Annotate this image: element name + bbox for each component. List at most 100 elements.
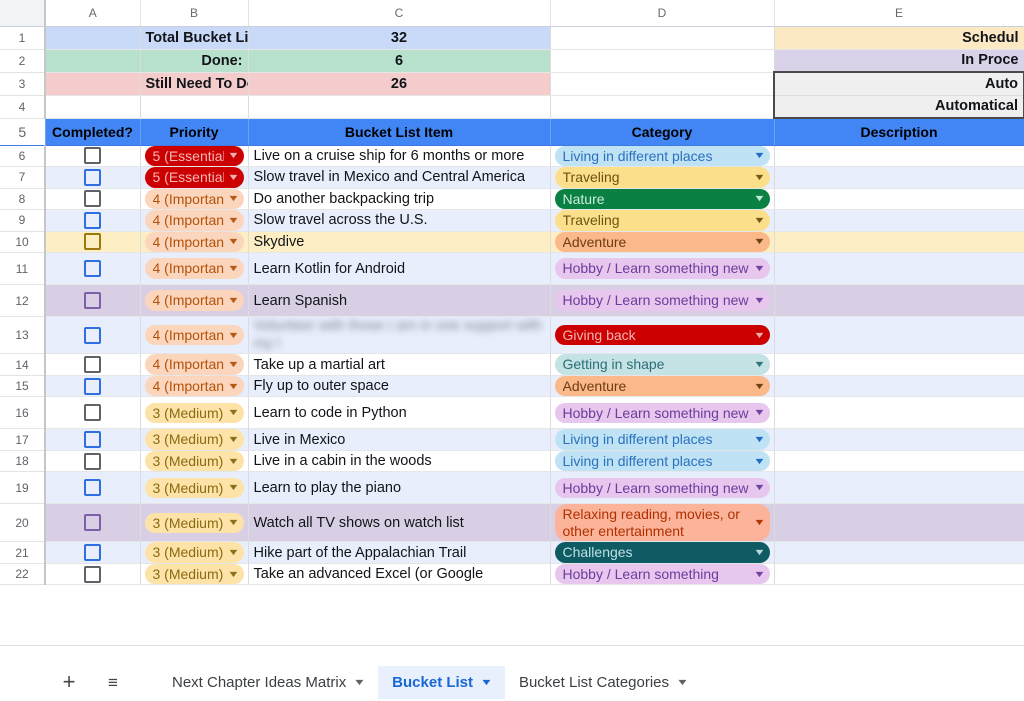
- chevron-down-icon[interactable]: ▼: [753, 215, 766, 225]
- description-cell[interactable]: [774, 284, 1024, 318]
- row-number[interactable]: 14: [0, 353, 46, 376]
- row-number[interactable]: 3: [0, 72, 46, 96]
- column-header-d[interactable]: D: [550, 0, 775, 27]
- priority-cell[interactable]: 5 (Essential) ▼: [140, 166, 249, 189]
- sheet-tab-bucket-list-categories[interactable]: Bucket List Categories ▼: [505, 666, 701, 699]
- completed-checkbox[interactable]: [84, 260, 102, 278]
- chevron-down-icon[interactable]: ▼: [227, 548, 240, 557]
- chevron-down-icon[interactable]: ▼: [753, 456, 766, 466]
- summary-label[interactable]: Still Need To Do:: [140, 72, 249, 96]
- priority-cell[interactable]: 5 (Essential) ▼: [140, 145, 249, 168]
- priority-cell[interactable]: 4 (Important)▼: [140, 284, 249, 318]
- row-number[interactable]: 6: [0, 145, 46, 168]
- completed-cell[interactable]: [45, 541, 141, 564]
- chevron-down-icon[interactable]: ▼: [227, 435, 240, 444]
- row-number[interactable]: 18: [0, 450, 46, 473]
- header-completed[interactable]: Completed?: [45, 118, 141, 146]
- horizontal-scrollbar-track[interactable]: [0, 645, 1024, 662]
- category-cell[interactable]: Relaxing reading, movies, or other enter…: [550, 503, 775, 543]
- chevron-down-icon[interactable]: ▼: [227, 456, 240, 466]
- row-number[interactable]: 20: [0, 503, 46, 543]
- completed-cell[interactable]: [45, 231, 141, 254]
- description-cell[interactable]: [774, 375, 1024, 398]
- summary-label[interactable]: [140, 95, 249, 119]
- row-number[interactable]: 7: [0, 166, 46, 189]
- category-chip[interactable]: Relaxing reading, movies, or other enter…: [554, 504, 770, 541]
- category-cell[interactable]: Traveling ▼: [550, 209, 775, 232]
- chevron-down-icon[interactable]: ▼: [227, 569, 240, 579]
- category-chip[interactable]: Living in different places ▼: [554, 450, 770, 471]
- category-chip[interactable]: Adventure ▼: [554, 231, 770, 252]
- description-cell[interactable]: [774, 231, 1024, 254]
- bucket-list-item-cell[interactable]: Fly up to outer space: [248, 375, 551, 398]
- chevron-down-icon[interactable]: ▼: [753, 435, 766, 444]
- category-cell[interactable]: Adventure ▼: [550, 231, 775, 254]
- completed-cell[interactable]: [45, 316, 141, 355]
- completed-cell[interactable]: [45, 188, 141, 211]
- completed-checkbox[interactable]: [84, 233, 102, 251]
- priority-cell[interactable]: 3 (Medium) ▼: [140, 563, 249, 586]
- chevron-down-icon[interactable]: ▼: [227, 408, 240, 417]
- row-number[interactable]: 15: [0, 375, 46, 398]
- category-chip[interactable]: Living in different places ▼: [554, 145, 770, 166]
- category-cell[interactable]: Hobby / Learn something new ▼: [550, 252, 775, 286]
- header-priority[interactable]: Priority: [140, 118, 249, 146]
- summary-label[interactable]: Done:: [140, 49, 249, 73]
- completed-checkbox[interactable]: [84, 514, 102, 532]
- category-cell[interactable]: Living in different places ▼: [550, 450, 775, 473]
- summary-cell-d[interactable]: [550, 49, 775, 73]
- row-number[interactable]: 10: [0, 231, 46, 254]
- priority-chip[interactable]: 4 (Important)▼: [144, 231, 244, 252]
- category-chip[interactable]: Living in different places ▼: [554, 429, 770, 450]
- completed-checkbox[interactable]: [84, 377, 102, 395]
- bucket-list-item-cell[interactable]: Learn to code in Python: [248, 396, 551, 430]
- priority-chip[interactable]: 4 (Important)▼: [144, 188, 244, 209]
- chevron-down-icon[interactable]: ▼: [227, 194, 240, 203]
- chevron-down-icon[interactable]: ▼: [753, 296, 766, 305]
- priority-cell[interactable]: 4 (Important)▼: [140, 316, 249, 355]
- header-description[interactable]: Description: [774, 118, 1024, 146]
- chevron-down-icon[interactable]: ▼: [676, 677, 689, 687]
- category-chip[interactable]: Giving back ▼: [554, 324, 770, 346]
- priority-cell[interactable]: 3 (Medium) ▼: [140, 471, 249, 505]
- priority-chip[interactable]: 3 (Medium) ▼: [144, 512, 244, 534]
- completed-cell[interactable]: [45, 284, 141, 318]
- priority-cell[interactable]: 4 (Important)▼: [140, 188, 249, 211]
- category-chip[interactable]: Traveling ▼: [554, 210, 770, 231]
- description-cell[interactable]: [774, 353, 1024, 376]
- summary-cell-a[interactable]: [45, 26, 141, 50]
- chevron-down-icon[interactable]: ▼: [753, 194, 766, 203]
- summary-cell-a[interactable]: [45, 49, 141, 73]
- bucket-list-item-cell[interactable]: Watch all TV shows on watch list: [248, 503, 551, 543]
- chevron-down-icon[interactable]: ▼: [227, 360, 240, 369]
- completed-checkbox[interactable]: [84, 168, 102, 186]
- priority-chip[interactable]: 3 (Medium) ▼: [144, 542, 244, 563]
- category-chip[interactable]: Challenges ▼: [554, 542, 770, 563]
- add-sheet-icon[interactable]: +: [52, 665, 86, 699]
- priority-chip[interactable]: 4 (Important)▼: [144, 258, 244, 279]
- row-number[interactable]: 1: [0, 26, 46, 50]
- row-number[interactable]: 16: [0, 396, 46, 430]
- bucket-list-item-cell[interactable]: Take up a martial art: [248, 353, 551, 376]
- bucket-list-item-cell[interactable]: Live on a cruise ship for 6 months or mo…: [248, 145, 551, 168]
- priority-chip[interactable]: 3 (Medium) ▼: [144, 450, 244, 471]
- completed-checkbox[interactable]: [84, 190, 102, 208]
- legend-cell[interactable]: Automatical: [773, 95, 1024, 119]
- description-cell[interactable]: [774, 428, 1024, 451]
- description-cell[interactable]: [774, 563, 1024, 586]
- category-chip[interactable]: Hobby / Learn something new ▼: [554, 258, 770, 279]
- completed-cell[interactable]: [45, 252, 141, 286]
- priority-cell[interactable]: 3 (Medium) ▼: [140, 396, 249, 430]
- row-number[interactable]: 5: [0, 118, 46, 146]
- chevron-down-icon[interactable]: ▼: [753, 151, 766, 160]
- chevron-down-icon[interactable]: ▼: [753, 518, 766, 527]
- summary-cell-d[interactable]: [550, 26, 775, 50]
- completed-cell[interactable]: [45, 145, 141, 168]
- completed-cell[interactable]: [45, 428, 141, 451]
- summary-cell-d[interactable]: [550, 72, 775, 96]
- bucket-list-item-cell[interactable]: Learn Kotlin for Android: [248, 252, 551, 286]
- legend-cell[interactable]: In Proce: [774, 49, 1024, 73]
- category-cell[interactable]: Nature ▼: [550, 188, 775, 211]
- bucket-list-item-cell[interactable]: Learn Spanish: [248, 284, 551, 318]
- category-cell[interactable]: Giving back ▼: [550, 316, 775, 355]
